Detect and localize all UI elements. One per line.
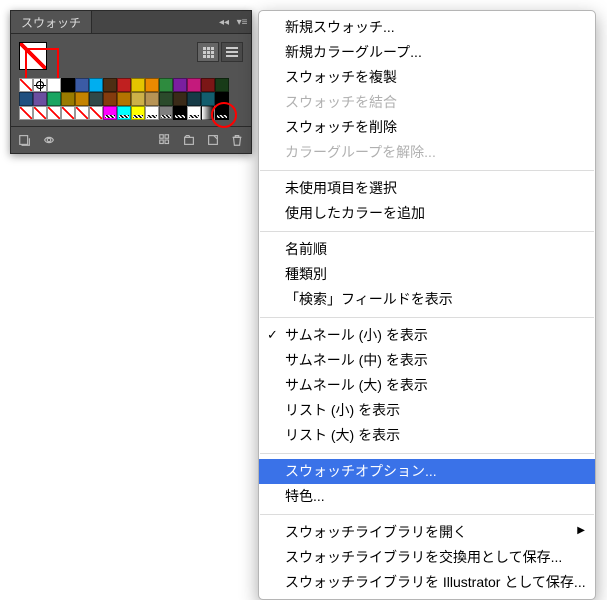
list-view-button[interactable] [221, 42, 243, 62]
menu-separator [260, 514, 594, 515]
menu-item[interactable]: スウォッチライブラリを開く [259, 520, 595, 545]
swatch-cell[interactable] [117, 92, 131, 106]
list-icon [226, 47, 238, 57]
swatch-cell[interactable] [173, 106, 187, 120]
delete-swatch-icon[interactable] [229, 132, 245, 148]
swatch-cell[interactable] [117, 106, 131, 120]
swatch-cell[interactable] [47, 106, 61, 120]
swatch-cell[interactable] [75, 106, 89, 120]
swatch-grid [19, 78, 229, 120]
menu-item: カラーグループを解除... [259, 140, 595, 165]
thumbnail-view-button[interactable] [197, 42, 219, 62]
swatch-cell[interactable] [201, 78, 215, 92]
menu-separator [260, 231, 594, 232]
swatch-cell[interactable] [19, 78, 33, 92]
swatch-cell[interactable] [215, 92, 229, 106]
menu-separator [260, 317, 594, 318]
new-swatch-icon[interactable] [205, 132, 221, 148]
swatch-cell[interactable] [89, 106, 103, 120]
menu-item[interactable]: スウォッチライブラリを交換用として保存... [259, 545, 595, 570]
panel-header: スウォッチ ◂◂ ▾≡ [11, 11, 251, 34]
menu-item[interactable]: 種類別 [259, 262, 595, 287]
menu-item: スウォッチを結合 [259, 90, 595, 115]
menu-item[interactable]: リスト (大) を表示 [259, 423, 595, 448]
panel-menu-icon[interactable]: ▾≡ [233, 11, 251, 33]
menu-separator [260, 453, 594, 454]
swatch-cell[interactable] [145, 78, 159, 92]
swatch-cell[interactable] [131, 78, 145, 92]
swatch-cell[interactable] [201, 92, 215, 106]
swatch-libraries-menu-icon[interactable] [17, 132, 33, 148]
swatch-cell[interactable] [47, 92, 61, 106]
swatch-cell[interactable] [19, 106, 33, 120]
swatch-cell[interactable] [75, 78, 89, 92]
view-toggle-group [197, 42, 243, 62]
swatch-cell[interactable] [159, 92, 173, 106]
menu-item[interactable]: 新規スウォッチ... [259, 15, 595, 40]
swatch-cell[interactable] [173, 78, 187, 92]
grid-icon [203, 47, 214, 58]
current-swatch-none[interactable] [19, 42, 47, 70]
menu-item[interactable]: スウォッチライブラリを Illustrator として保存... [259, 570, 595, 595]
swatch-cell[interactable] [89, 78, 103, 92]
panel-header-spacer [92, 11, 215, 33]
swatch-cell[interactable] [61, 92, 75, 106]
menu-item[interactable]: サムネール (中) を表示 [259, 348, 595, 373]
menu-separator [260, 170, 594, 171]
swatches-panel: スウォッチ ◂◂ ▾≡ [10, 10, 252, 154]
swatch-cell[interactable] [201, 106, 215, 120]
menu-item[interactable]: 使用したカラーを追加 [259, 201, 595, 226]
swatch-cell[interactable] [33, 78, 47, 92]
menu-item[interactable]: 「検索」フィールドを表示 [259, 287, 595, 312]
menu-item[interactable]: スウォッチを削除 [259, 115, 595, 140]
swatch-cell[interactable] [215, 78, 229, 92]
swatches-flyout-menu: 新規スウォッチ...新規カラーグループ...スウォッチを複製スウォッチを結合スウ… [258, 10, 596, 600]
swatch-cell[interactable] [33, 92, 47, 106]
swatch-cell[interactable] [75, 92, 89, 106]
swatch-cell[interactable] [187, 78, 201, 92]
swatch-cell[interactable] [103, 106, 117, 120]
swatch-cell[interactable] [19, 92, 33, 106]
swatch-cell[interactable] [131, 106, 145, 120]
show-swatch-kinds-icon[interactable] [41, 132, 57, 148]
swatch-cell[interactable] [159, 106, 173, 120]
swatch-cell[interactable] [187, 92, 201, 106]
swatch-cell[interactable] [117, 78, 131, 92]
swatch-cell[interactable] [187, 106, 201, 120]
menu-item[interactable]: 新規カラーグループ... [259, 40, 595, 65]
swatch-cell[interactable] [89, 92, 103, 106]
swatch-cell[interactable] [159, 78, 173, 92]
swatch-cell[interactable] [33, 106, 47, 120]
menu-item[interactable]: 特色... [259, 484, 595, 509]
panel-collapse-icon[interactable]: ◂◂ [215, 11, 233, 33]
swatch-cell[interactable] [173, 92, 187, 106]
menu-item[interactable]: リスト (小) を表示 [259, 398, 595, 423]
menu-item[interactable]: スウォッチを複製 [259, 65, 595, 90]
swatch-cell[interactable] [61, 78, 75, 92]
swatch-cell[interactable] [103, 92, 117, 106]
menu-item[interactable]: サムネール (大) を表示 [259, 373, 595, 398]
menu-item[interactable]: スウォッチオプション... [259, 459, 595, 484]
menu-item[interactable]: 未使用項目を選択 [259, 176, 595, 201]
panel-tab-swatches[interactable]: スウォッチ [11, 11, 92, 33]
swatch-cell[interactable] [47, 78, 61, 92]
menu-item[interactable]: サムネール (小) を表示 [259, 323, 595, 348]
swatch-options-icon[interactable] [157, 132, 173, 148]
new-color-group-icon[interactable] [181, 132, 197, 148]
swatch-cell[interactable] [145, 106, 159, 120]
panel-footer [11, 126, 251, 153]
menu-item[interactable]: 名前順 [259, 237, 595, 262]
swatch-cell[interactable] [215, 106, 229, 120]
swatch-cell[interactable] [61, 106, 75, 120]
swatch-cell[interactable] [103, 78, 117, 92]
swatch-cell[interactable] [131, 92, 145, 106]
swatch-cell[interactable] [145, 92, 159, 106]
panel-body [11, 34, 251, 126]
